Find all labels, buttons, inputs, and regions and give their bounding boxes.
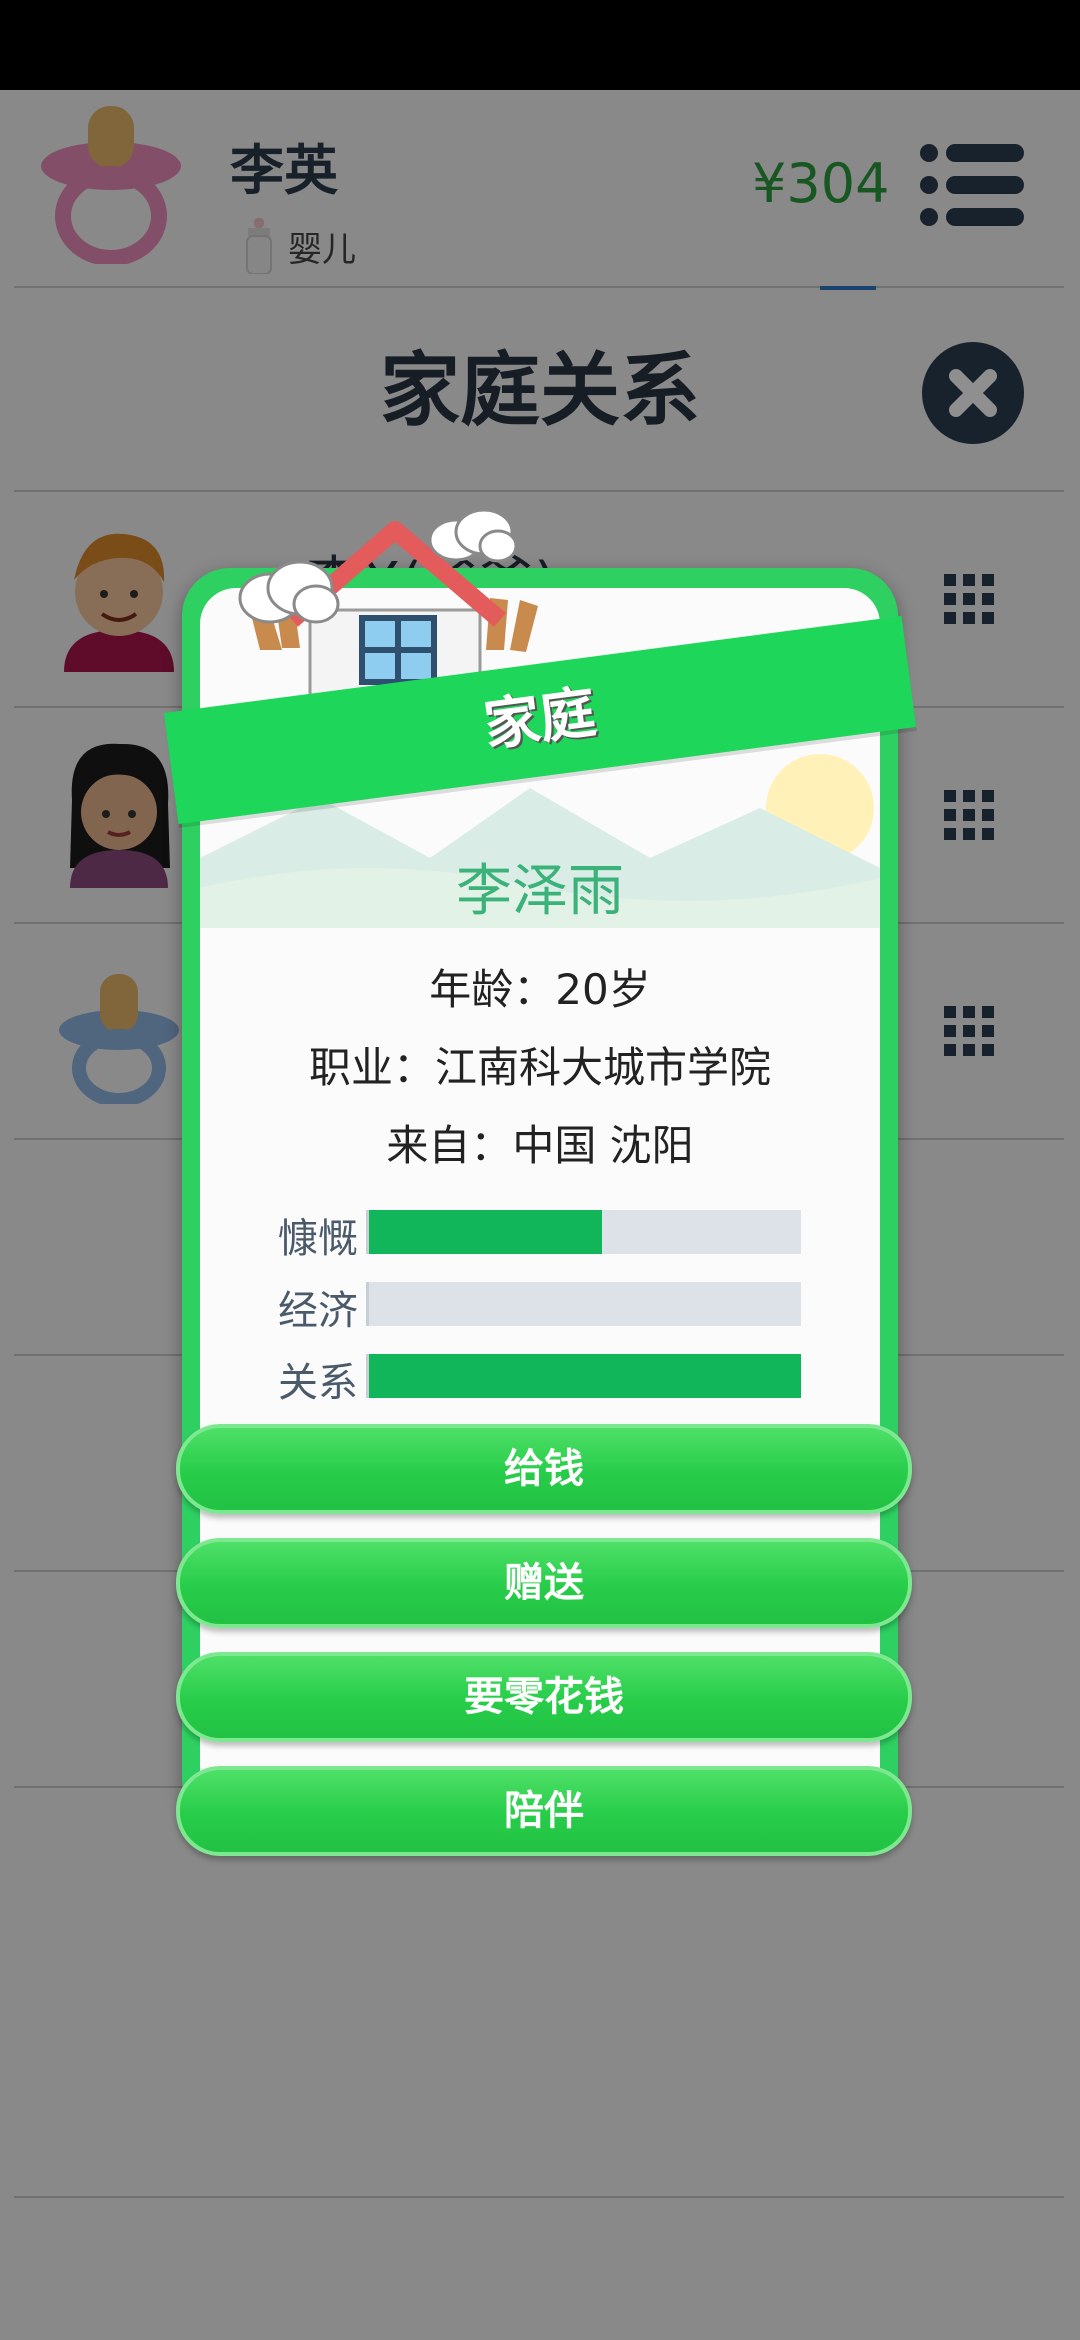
cloud-icon bbox=[238, 560, 340, 624]
stat-fill bbox=[369, 1354, 801, 1398]
give-money-button[interactable]: 给钱 bbox=[176, 1424, 912, 1514]
stat-label: 慷慨 bbox=[278, 1216, 358, 1262]
stat-bar-relationship bbox=[366, 1354, 801, 1398]
member-name-heading: 李泽雨 bbox=[456, 859, 624, 924]
stat-label: 经济 bbox=[278, 1288, 358, 1334]
stat-fill bbox=[369, 1210, 603, 1254]
origin-line: 来自：中国 沈阳 bbox=[386, 1121, 694, 1170]
cloud-icon bbox=[428, 508, 518, 563]
age-line: 年龄：20岁 bbox=[429, 965, 651, 1014]
job-line: 职业：江南科大城市学院 bbox=[308, 1043, 771, 1092]
stat-bar-economy bbox=[366, 1282, 801, 1326]
stat-label: 关系 bbox=[278, 1360, 358, 1406]
status-bar bbox=[0, 0, 1080, 90]
give-gift-button[interactable]: 赠送 bbox=[176, 1538, 912, 1628]
ask-pocket-money-button[interactable]: 要零花钱 bbox=[176, 1652, 912, 1742]
accompany-button[interactable]: 陪伴 bbox=[176, 1766, 912, 1856]
stat-bar-generosity bbox=[366, 1210, 801, 1254]
